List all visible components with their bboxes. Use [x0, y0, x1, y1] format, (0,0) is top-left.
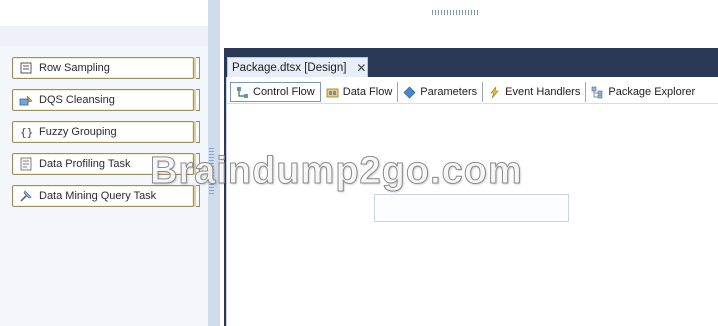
svg-text:{}: {}: [20, 126, 33, 139]
toolbox-item-edge: [196, 121, 200, 143]
toolbox-item-fuzzy-grouping[interactable]: {} Fuzzy Grouping: [12, 121, 194, 143]
document-tab-package[interactable]: Package.dtsx [Design] ✕: [227, 57, 368, 77]
tab-label: Parameters: [420, 86, 478, 98]
tab-label: Event Handlers: [505, 86, 581, 98]
data-mining-icon: [19, 189, 33, 203]
top-strip: [220, 0, 718, 48]
tab-parameters[interactable]: Parameters: [398, 82, 484, 102]
top-splitter-grip[interactable]: [432, 10, 478, 15]
tab-package-explorer[interactable]: Package Explorer: [586, 82, 700, 102]
tab-label: Data Flow: [342, 86, 393, 98]
event-handlers-icon: [488, 86, 501, 99]
canvas-placeholder-box[interactable]: [374, 194, 569, 222]
designer-surface: Control Flow Data Flow Parameters Event …: [226, 77, 718, 326]
data-profiling-icon: [19, 157, 33, 171]
toolbox-item-row-sampling[interactable]: Row Sampling: [12, 57, 194, 79]
package-explorer-icon: [591, 86, 604, 99]
document-tab-title: Package.dtsx [Design]: [232, 61, 347, 74]
tab-label: Package Explorer: [608, 86, 696, 98]
tab-event-handlers[interactable]: Event Handlers: [483, 82, 587, 102]
toolbox-item-edge: [196, 89, 200, 111]
watermark-text: Braindump2go.com: [150, 150, 523, 193]
tab-label: Control Flow: [253, 86, 315, 98]
designer-tab-bar: Control Flow Data Flow Parameters Event …: [227, 81, 718, 104]
toolbox-item-label: Row Sampling: [39, 62, 110, 74]
toolbox-header: [0, 26, 208, 46]
parameters-icon: [403, 86, 416, 99]
tab-data-flow[interactable]: Data Flow: [321, 82, 399, 102]
toolbox-top-strip: [0, 0, 208, 26]
control-flow-icon: [236, 86, 249, 99]
toolbox-item-label: Data Mining Query Task: [39, 190, 157, 202]
toolbox-item-dqs-cleansing[interactable]: DQS Cleansing: [12, 89, 194, 111]
fuzzy-grouping-icon: {}: [19, 125, 33, 139]
dqs-cleansing-icon: [19, 93, 33, 107]
close-icon[interactable]: ✕: [356, 61, 366, 75]
row-sampling-icon: [19, 61, 33, 75]
toolbox-item-label: DQS Cleansing: [39, 94, 115, 106]
tab-control-flow[interactable]: Control Flow: [230, 82, 321, 102]
toolbox-item-edge: [196, 57, 200, 79]
toolbox-item-label: Fuzzy Grouping: [39, 126, 117, 138]
data-flow-icon: [326, 86, 339, 99]
toolbox-item-label: Data Profiling Task: [39, 158, 131, 170]
